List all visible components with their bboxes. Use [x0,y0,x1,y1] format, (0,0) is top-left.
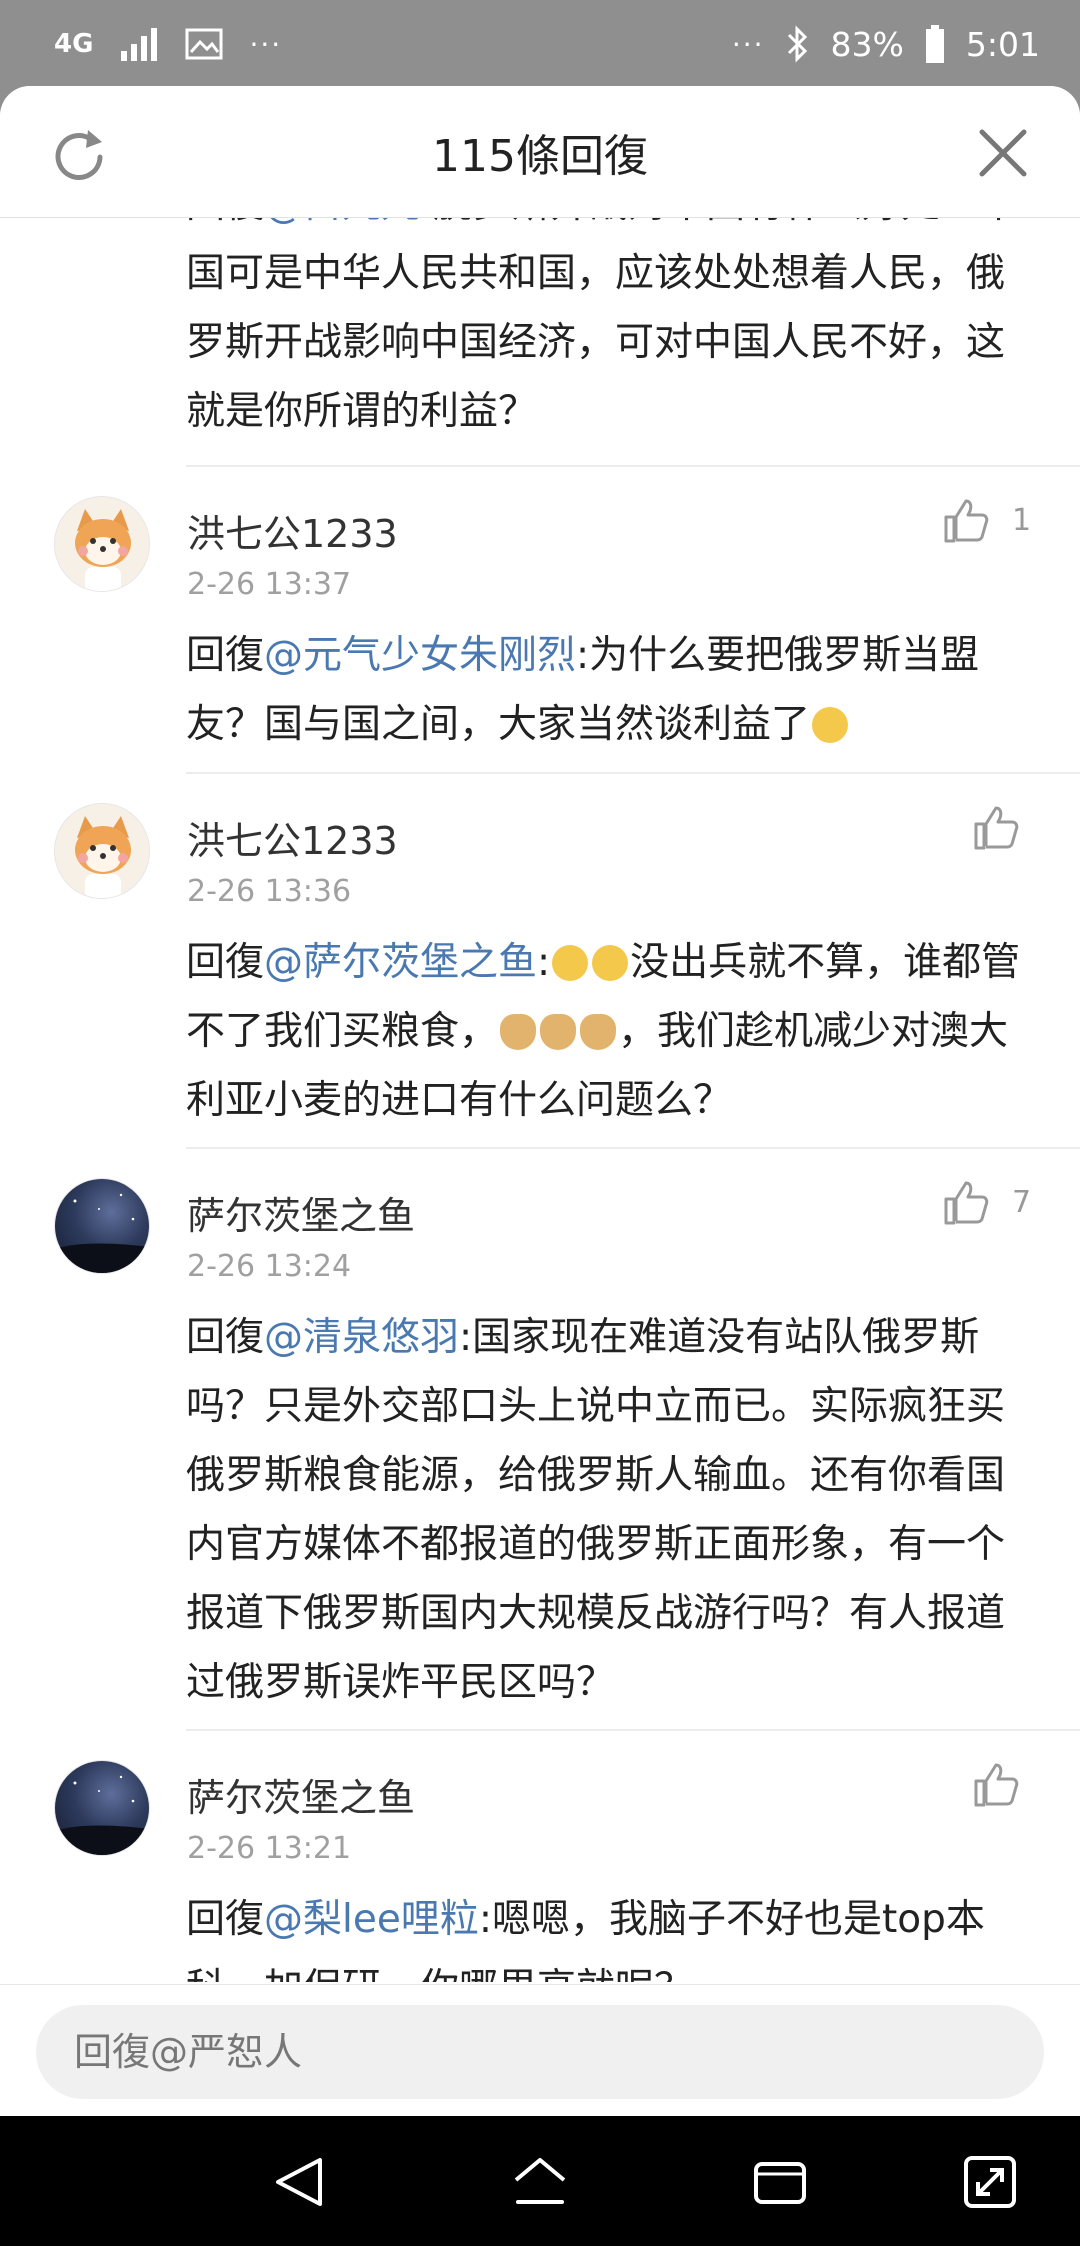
sheet-header: 115條回復 [0,86,1080,218]
gallery-icon [185,28,223,60]
signal-icon [121,28,158,61]
status-more-dots: ··· [249,27,283,61]
cat-emoji-icon [580,1014,617,1050]
like-count: 1 [1012,503,1032,538]
emoji-icon [552,945,589,981]
clock: 5:01 [965,24,1040,64]
night-sky-avatar-icon [55,1775,149,1855]
reply-input-bar: 回復@严恕人 [0,1984,1080,2116]
reply-prefix: 回復 [186,218,264,227]
comment-body: 回復@白九九:脱罗斯开战对中国有什么好处？中国可是中华人民共和国，应该处处想着人… [186,218,1036,446]
status-bar: 4G ··· ··· 83% 5:01 [0,0,1080,88]
night-sky-avatar-icon [55,1193,149,1273]
timestamp: 2-26 13:24 [187,1249,352,1284]
status-left: 4G ··· [54,22,282,66]
mention-link[interactable]: @元气少女朱刚烈 [264,633,576,678]
comment-text: :国家现在难道没有站队俄罗斯吗？只是外交部口头上说中立而已。实际疯狂买俄罗斯粮食… [186,1315,1006,1705]
username[interactable]: 萨尔茨堡之鱼 [187,1185,415,1240]
bluetooth-icon [787,25,807,63]
reply-prefix: 回復 [186,1897,265,1942]
network-type: 4G [54,29,94,59]
timestamp: 2-26 13:37 [187,567,352,602]
rotate-icon[interactable] [960,2152,1020,2212]
comment-body: 回復@清泉悠羽:国家现在难道没有站队俄罗斯吗？只是外交部口头上说中立而已。实际疯… [186,1303,1036,1717]
comment-text: : [537,940,551,985]
comment-body: 回復@梨lee哩粒:嗯嗯，我脑子不好也是top本科，加保研。你哪里高就呢？ [186,1885,1036,1982]
divider [186,1147,1080,1149]
mention-link[interactable]: @清泉悠羽 [264,1315,459,1360]
avatar[interactable] [54,1178,150,1274]
avatar[interactable] [54,496,150,592]
status-more-dots-right: ··· [731,27,765,61]
thumbs-up-icon[interactable] [942,497,990,545]
emoji-icon [812,707,849,743]
avatar[interactable] [54,803,150,899]
thumbs-up-icon[interactable] [942,1179,990,1227]
username[interactable]: 萨尔茨堡之鱼 [187,1767,415,1822]
battery-percent: 83% [830,24,904,64]
like-count: 7 [1012,1185,1032,1220]
timestamp: 2-26 13:36 [187,874,352,909]
shiba-avatar-icon [55,804,149,898]
reply-prefix: 回復 [186,633,265,678]
reply-input[interactable]: 回復@严恕人 [36,2005,1044,2099]
shiba-avatar-icon [55,497,149,591]
comment-text: :脱罗斯开战对中国有什么好处？中国可是中华人民共和国，应该处处想着人民，俄罗斯开… [186,218,1018,434]
status-right: ··· 83% 5:01 [732,22,1040,66]
cat-emoji-icon [540,1014,577,1050]
username[interactable]: 洪七公1233 [187,810,398,865]
timestamp: 2-26 13:21 [187,1831,352,1866]
close-icon[interactable] [976,126,1030,180]
sheet-title: 115條回復 [432,131,648,182]
divider [186,465,1080,467]
mention-link[interactable]: @白九九 [264,218,420,227]
back-icon[interactable] [270,2152,330,2212]
reply-prefix: 回復 [186,1315,265,1360]
divider [186,772,1080,774]
home-icon[interactable] [510,2152,570,2212]
thumbs-up-icon[interactable] [972,1761,1020,1809]
avatar[interactable] [54,1760,150,1856]
username[interactable]: 洪七公1233 [187,503,398,558]
comment-body: 回復@萨尔茨堡之鱼: 没出兵就不算，谁都管不了我们买粮食， ，我们趁机减少对澳大利亚… [186,928,1036,1135]
mention-link[interactable]: @梨lee哩粒 [264,1897,479,1942]
comment-body: 回復@元气少女朱刚烈:为什么要把俄罗斯当盟友？国与国之间，大家当然谈利益了 [186,621,1036,759]
recents-icon[interactable] [750,2152,810,2212]
mention-link[interactable]: @萨尔茨堡之鱼 [264,940,537,985]
emoji-icon [592,945,629,981]
reply-prefix: 回復 [186,940,265,985]
divider [186,1729,1080,1731]
thumbs-up-icon[interactable] [972,804,1020,852]
cat-emoji-icon [500,1014,537,1050]
system-nav-bar [0,2116,1080,2246]
comment-list[interactable]: 回復@白九九:脱罗斯开战对中国有什么好处？中国可是中华人民共和国，应该处处想着人… [0,218,1080,1982]
battery-icon [925,25,944,63]
replies-sheet: 115條回復 回復@白九九:脱罗斯开战对中国有什么好处？中国可是中华人民共和国，… [0,86,1080,2246]
